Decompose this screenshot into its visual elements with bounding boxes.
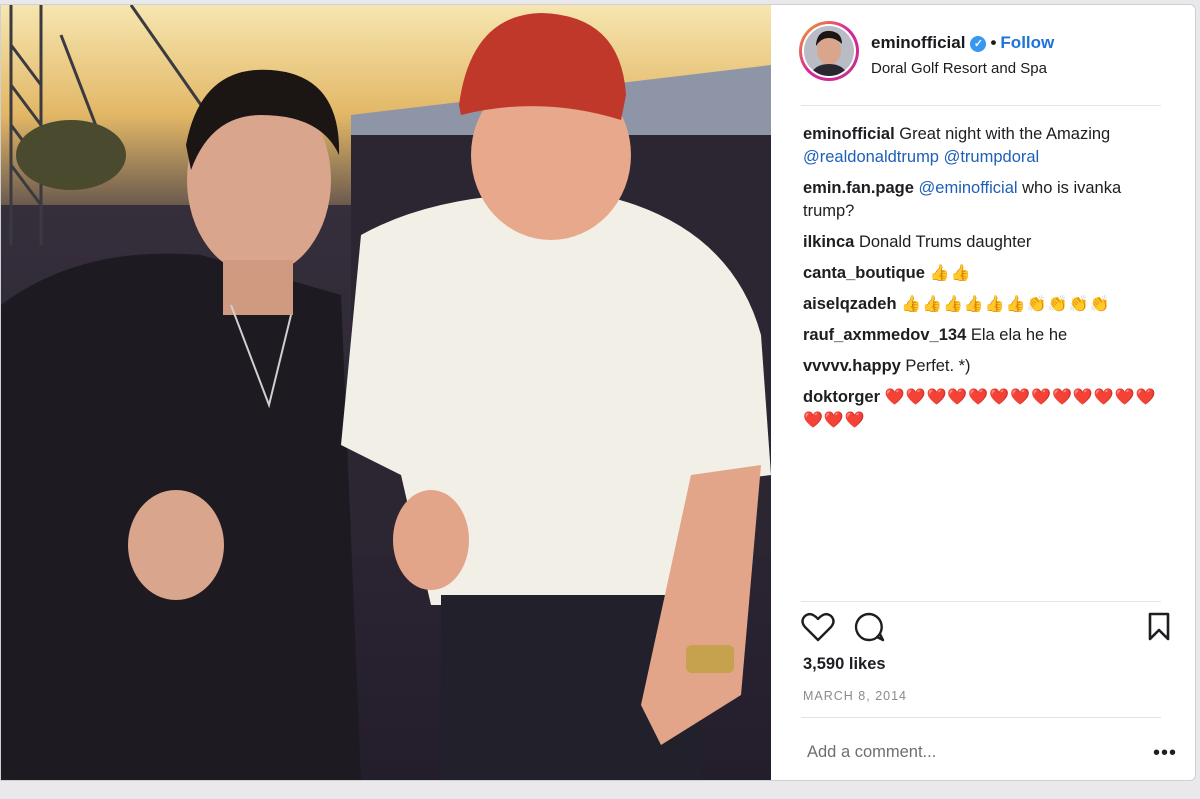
comment-username[interactable]: emin.fan.page xyxy=(803,179,914,197)
post-date[interactable]: MARCH 8, 2014 xyxy=(803,689,907,703)
avatar-photo xyxy=(804,26,854,76)
comment-username[interactable]: aiselqzadeh xyxy=(803,295,897,313)
more-options-icon[interactable]: ••• xyxy=(1153,742,1177,765)
comment-text: Ela ela he he xyxy=(966,326,1068,344)
avatar[interactable] xyxy=(799,21,859,81)
comment-item: rauf_axmmedov_134 Ela ela he he xyxy=(803,324,1173,347)
clap-emoji-icon: 👏👏👏👏 xyxy=(1026,296,1111,313)
comment-item: ilkinca Donald Trums daughter xyxy=(803,231,1173,254)
thumb-emoji-icon: 👍👍 xyxy=(929,265,972,282)
username[interactable]: eminofficial xyxy=(871,33,965,52)
comment-item: canta_boutique 👍👍 xyxy=(803,262,1173,285)
location-link[interactable]: Doral Golf Resort and Spa xyxy=(871,60,1047,77)
speech-bubble-icon[interactable] xyxy=(853,611,885,648)
comment-item: eminofficial Great night with the Amazin… xyxy=(803,123,1173,169)
comment-username[interactable]: vvvvv.happy xyxy=(803,357,901,375)
comment-item: emin.fan.page @eminofficial who is ivank… xyxy=(803,177,1173,223)
post-photo[interactable] xyxy=(1,5,771,780)
comment-username[interactable]: ilkinca xyxy=(803,233,854,251)
follow-button[interactable]: Follow xyxy=(1000,33,1054,52)
comment-item: aiselqzadeh 👍👍👍👍👍👍👏👏👏👏 xyxy=(803,293,1173,316)
mention-link[interactable]: @realdonaldtrump xyxy=(803,148,939,166)
header-divider xyxy=(801,105,1161,106)
comment-text: Great night with the Amazing xyxy=(894,125,1111,143)
comment-divider xyxy=(801,717,1161,718)
likes-count[interactable]: 3,590 likes xyxy=(803,655,886,674)
comment-text: Donald Trums daughter xyxy=(854,233,1032,251)
post-frame: eminofficial ✓ • Follow Doral Golf Resort a… xyxy=(0,4,1196,781)
thumb-emoji-icon: 👍👍👍👍👍👍 xyxy=(901,296,1027,313)
bookmark-icon[interactable] xyxy=(1147,611,1171,648)
comment-item: vvvvv.happy Perfet. *) xyxy=(803,355,1173,378)
action-bar xyxy=(801,611,1170,648)
comment-item: doktorger ❤️❤️❤️❤️❤️❤️❤️❤️❤️❤️❤️❤️❤️❤️❤️… xyxy=(803,386,1173,432)
comment-username[interactable]: canta_boutique xyxy=(803,264,925,282)
post-header: eminofficial ✓ • Follow Doral Golf Resort a… xyxy=(771,5,1191,105)
heart-outline-icon[interactable] xyxy=(801,611,835,648)
verified-badge-icon: ✓ xyxy=(970,36,987,52)
comment-username[interactable]: eminofficial xyxy=(803,125,895,143)
comment-username[interactable]: doktorger xyxy=(803,388,880,406)
post-header-line: eminofficial ✓ • Follow xyxy=(871,33,1054,53)
post-sidebar: eminofficial ✓ • Follow Doral Golf Resort a… xyxy=(771,5,1195,780)
avatar-ring xyxy=(802,24,856,78)
mention-link[interactable]: @trumpdoral xyxy=(944,148,1040,166)
mention-link[interactable]: @eminofficial xyxy=(919,179,1018,197)
comments-list: eminofficial Great night with the Amazin… xyxy=(803,123,1173,440)
comment-text: Perfet. *) xyxy=(900,357,971,375)
avatar-image xyxy=(804,26,854,76)
photo-illustration xyxy=(1,5,771,780)
separator-dot: • xyxy=(990,33,997,52)
actions-divider xyxy=(801,601,1161,602)
add-comment-input[interactable]: Add a comment... xyxy=(807,743,936,762)
comment-username[interactable]: rauf_axmmedov_134 xyxy=(803,326,966,344)
